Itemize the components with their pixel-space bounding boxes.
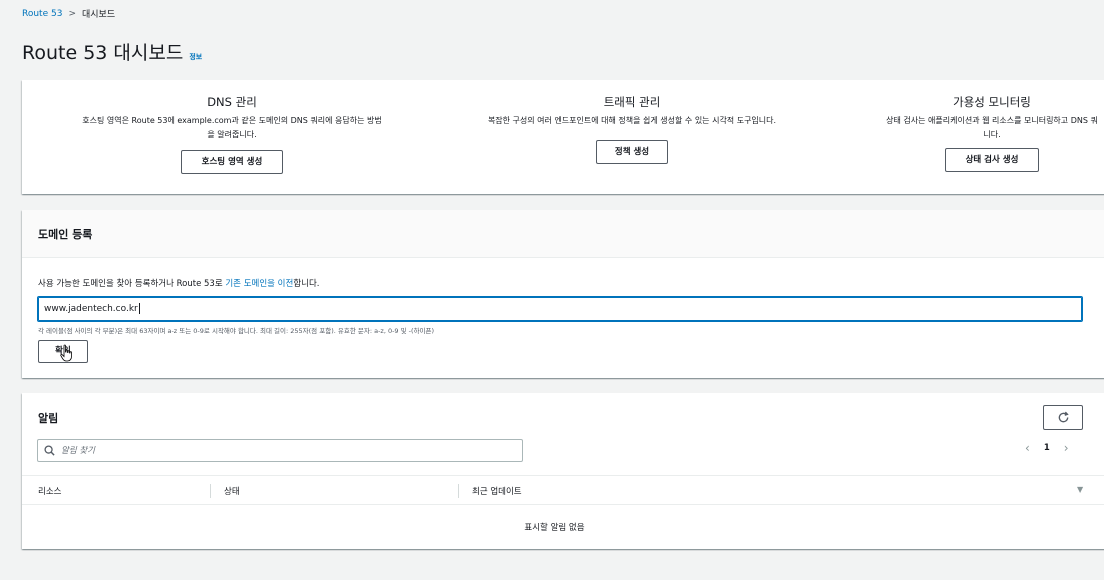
create-hosted-zone-button[interactable]: 호스팅 영역 생성 bbox=[181, 150, 283, 174]
column-divider bbox=[458, 484, 459, 498]
current-page-number[interactable]: 1 bbox=[1044, 443, 1050, 453]
refresh-button[interactable] bbox=[1043, 405, 1083, 430]
domain-registration-desc: 사용 가능한 도메인을 찾아 등록하거나 Route 53로 기존 도메인을 이… bbox=[38, 277, 320, 289]
dns-management-desc-line2: 을 알려줍니다. bbox=[207, 130, 257, 139]
traffic-management-desc: 복잡한 구성의 여러 엔드포인트에 대해 정책을 쉽게 생성할 수 있는 시각적… bbox=[487, 116, 777, 125]
refresh-icon bbox=[1058, 411, 1069, 423]
search-icon bbox=[44, 445, 55, 456]
domain-registration-panel: 도메인 등록 사용 가능한 도메인을 찾아 등록하거나 Route 53로 기존… bbox=[22, 210, 1104, 378]
features-panel: DNS 관리 호스팅 영역은 Route 53에 example.com과 같은… bbox=[22, 80, 1104, 194]
next-page-icon[interactable]: › bbox=[1064, 441, 1069, 455]
page-title-row: Route 53 대시보드 정보 bbox=[22, 38, 202, 65]
transfer-domain-link[interactable]: 기존 도메인을 이전 bbox=[225, 279, 293, 289]
breadcrumb: Route 53 > 대시보드 bbox=[22, 7, 116, 21]
create-policy-button[interactable]: 정책 생성 bbox=[596, 140, 668, 164]
column-status[interactable]: 상태 bbox=[224, 485, 240, 497]
dns-management-desc-line1: 호스팅 영역은 Route 53에 example.com과 같은 도메인의 D… bbox=[82, 116, 382, 125]
domain-registration-heading: 도메인 등록 bbox=[38, 227, 93, 241]
column-divider bbox=[210, 484, 211, 498]
alerts-table-header: 리소스 상태 최근 업데이트 ▼ bbox=[22, 475, 1104, 505]
dns-management-title: DNS 관리 bbox=[207, 95, 257, 109]
page-title: Route 53 대시보드 bbox=[22, 42, 184, 64]
traffic-management-section: 트래픽 관리 복잡한 구성의 여러 엔드포인트에 대해 정책을 쉽게 생성할 수… bbox=[447, 94, 817, 164]
domain-input-value: www.jadentech.co.kr bbox=[44, 304, 138, 314]
pagination: ‹ 1 › bbox=[1025, 441, 1069, 455]
availability-monitoring-title: 가용성 모니터링 bbox=[953, 95, 1031, 109]
dns-management-section: DNS 관리 호스팅 영역은 Route 53에 example.com과 같은… bbox=[42, 94, 422, 174]
breadcrumb-separator: > bbox=[68, 8, 76, 19]
domain-desc-prefix: 사용 가능한 도메인을 찾아 등록하거나 Route 53로 bbox=[38, 279, 226, 289]
column-resource[interactable]: 리소스 bbox=[38, 485, 61, 497]
domain-desc-suffix: 합니다. bbox=[293, 279, 320, 289]
create-health-check-button[interactable]: 상태 검사 생성 bbox=[945, 148, 1039, 172]
column-last-updated[interactable]: 최근 업데이트 bbox=[472, 485, 522, 497]
traffic-management-title: 트래픽 관리 bbox=[603, 95, 661, 109]
alerts-search-box[interactable] bbox=[37, 439, 523, 462]
breadcrumb-route53-link[interactable]: Route 53 bbox=[22, 9, 62, 19]
domain-input-hint: 각 레이블(점 사이의 각 부분)은 최대 63자이며 a-z 또는 0-9로 … bbox=[38, 327, 435, 335]
domain-name-input[interactable]: www.jadentech.co.kr bbox=[37, 296, 1083, 322]
alerts-search-input[interactable] bbox=[61, 445, 501, 456]
domain-registration-header: 도메인 등록 bbox=[22, 210, 1104, 258]
breadcrumb-current: 대시보드 bbox=[82, 10, 116, 20]
previous-page-icon[interactable]: ‹ bbox=[1025, 441, 1030, 455]
sort-caret-down-icon[interactable]: ▼ bbox=[1077, 485, 1083, 494]
info-link[interactable]: 정보 bbox=[189, 52, 202, 62]
alerts-empty-message: 표시할 알림 없음 bbox=[524, 523, 585, 533]
alerts-heading: 알림 bbox=[38, 412, 59, 425]
hand-cursor-icon bbox=[60, 344, 72, 362]
alerts-panel: 알림 ‹ 1 › 리소스 상태 최근 업데이트 ▼ 표시할 알림 없음 bbox=[22, 393, 1104, 549]
availability-monitoring-desc-line1: 상태 검사는 애플리케이션과 웹 리소스를 모니터링하고 DNS 쿼 bbox=[886, 116, 1098, 125]
availability-monitoring-section: 가용성 모니터링 상태 검사는 애플리케이션과 웹 리소스를 모니터링하고 DN… bbox=[842, 94, 1104, 172]
availability-monitoring-desc-line2: 니다. bbox=[983, 130, 1001, 139]
